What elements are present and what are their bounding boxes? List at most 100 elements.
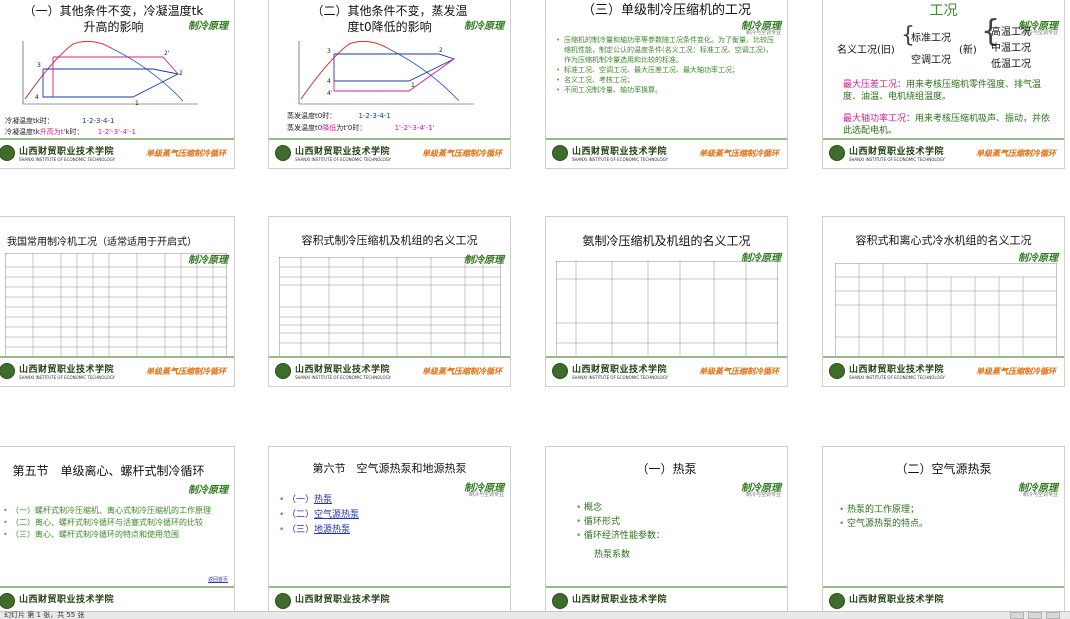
sorter-view-icon[interactable] (1028, 612, 1042, 619)
list-item[interactable]: （二）空气源热泵 (279, 508, 500, 523)
brand-logo: 制冷原理 (1018, 253, 1058, 264)
status-bar: 幻灯片 第 1 张，共 55 张 (0, 611, 1070, 619)
slide-thumbnail-6[interactable]: 容积式制冷压缩机及机组的名义工况 制冷原理 山西财贸职业技术学院 SHANXI … (268, 216, 511, 387)
slide-thumbnail-9[interactable]: 第五节 单级离心、螺杆式制冷循环 制冷原理 （一）螺杆式制冷压缩机、离心式制冷压… (0, 446, 235, 617)
caption-row-2: 冷凝温度tk升高为t'k时： 1-2'-3'-4'-1 (5, 128, 136, 136)
svg-text:2': 2' (164, 50, 170, 57)
bullet-list: （一）螺杆式制冷压缩机、离心式制冷压缩机的工作原理 （二）离心、螺杆式制冷循环与… (3, 505, 224, 541)
svg-text:4': 4' (327, 90, 333, 97)
caption-row-2: 蒸发温度t0降低为t'0时： 1'-2'-3-4'-1' (287, 124, 435, 132)
school-emblem-icon (829, 145, 845, 161)
slide-footer: 山西财贸职业技术学院 SHANXI INSTITUTE OF ECONOMIC … (546, 138, 787, 168)
svg-text:4: 4 (35, 94, 39, 101)
slide-title: 第六节 空气源热泵和地源热泵 (312, 462, 467, 475)
slide-thumbnail-4[interactable]: 工况 制冷原理 制冷与空调专业 名义工况(旧) { 标准工况 空调工况 (新) … (822, 0, 1065, 169)
ph-diagram: 3 4 4' 1 2 (298, 40, 474, 105)
school-emblem-icon (552, 145, 568, 161)
slide-footer: 山西财贸职业技术学院 SHANXI INSTITUTE OF ECONOMIC … (269, 356, 510, 386)
svg-text:3: 3 (37, 62, 41, 69)
list-item: 标准工况、空调工况、最大压差工况、最大轴功率工况； (556, 65, 777, 75)
slide-footer: 山西财贸职业技术学院 SHANXI INSTITUTE OF ECONOMIC … (823, 356, 1064, 386)
school-emblem-icon (829, 593, 845, 609)
caption-row-1: 冷凝温度tk时： 1-2-3-4-1 (5, 117, 115, 125)
list-item[interactable]: （一）热泵 (279, 493, 500, 508)
school-emblem-icon (275, 363, 291, 379)
conditions-table (279, 257, 501, 370)
normal-view-icon[interactable] (1010, 612, 1024, 619)
list-item: 压缩机的制冷量和轴功率等参数随工况条件变化。为了衡量、比较压缩机性能，制定公认的… (556, 35, 777, 65)
list-item: 热泵的工作原理； (839, 503, 1054, 517)
home-link[interactable]: 返回首页 (208, 576, 228, 583)
slide-thumbnail-11[interactable]: （一）热泵 制冷原理 制冷与空调专业 概念 循环形式 循环经济性能参数： 热泵系… (545, 446, 788, 617)
label-old: 名义工况(旧) (837, 45, 895, 56)
school-emblem-icon (275, 593, 291, 609)
svg-text:2: 2 (179, 70, 183, 77)
slide-footer: 山西财贸职业技术学院 SHANXI INSTITUTE OF ECONOMIC … (269, 138, 510, 168)
view-buttons (1010, 612, 1060, 619)
sub-item: 热泵系数 (594, 550, 631, 560)
slide-thumbnail-3[interactable]: （三）单级制冷压缩机的工况 制冷原理 制冷与空调专业 压缩机的制冷量和轴功率等参… (545, 0, 788, 169)
list-item: （一）螺杆式制冷压缩机、离心式制冷压缩机的工作原理 (3, 505, 224, 517)
brand-logo: 制冷原理 (188, 485, 228, 496)
svg-text:2: 2 (439, 47, 443, 54)
paragraph-max-power: 最大轴功率工况：用来考核压缩机吸声、振动，并依此选配电机。 (843, 114, 1051, 136)
cycle-changed: 1-2'-3'-4'-1 (97, 128, 136, 136)
svg-text:1: 1 (135, 100, 139, 107)
school-emblem-icon (552, 363, 568, 379)
conditions-table (556, 261, 778, 362)
slide-thumbnail-8[interactable]: 容积式和离心式冷水机组的名义工况 制冷原理 注：工况1的（1A）为水冷冷凝器中采… (822, 216, 1065, 387)
slide-thumbnail-10[interactable]: 第六节 空气源热泵和地源热泵 制冷原理 制冷与空调专业 （一）热泵 （二）空气源… (268, 446, 511, 617)
slide-thumbnail-2[interactable]: （二）其他条件不变，蒸发温度t0降低的影响 制冷原理 3 4 4' 1 2 蒸发… (268, 0, 511, 169)
slide-thumbnail-1[interactable]: （一）其他条件不变，冷凝温度tk升高的影响 制冷原理 3 4 1 2 2' 冷凝… (0, 0, 235, 169)
brand-logo: 制冷原理 (464, 21, 504, 32)
school-emblem-icon (0, 593, 15, 609)
svg-text:1: 1 (411, 82, 415, 89)
list-item: 概念 (576, 501, 777, 515)
slide-footer: 山西财贸职业技术学院 SHANXI INSTITUTE OF ECONOMIC … (546, 356, 787, 386)
bullet-list: 概念 循环形式 循环经济性能参数： (576, 501, 777, 543)
list-item: （二）离心、螺杆式制冷循环与活塞式制冷循环的比较 (3, 517, 224, 529)
slide-title: 我国常用制冷机工况（适常适用于开启式） (7, 237, 197, 248)
school-emblem-icon (0, 363, 15, 379)
conditions-table (835, 263, 1057, 358)
link-list: （一）热泵 （二）空气源热泵 （三）地源热泵 (279, 493, 500, 538)
school-emblem-icon (275, 145, 291, 161)
list-item: 循环形式 (576, 515, 777, 529)
slide-footer: 山西财贸职业技术学院 SHANXI INSTITUTE OF ECONOMIC … (823, 138, 1064, 168)
svg-text:4: 4 (327, 78, 331, 85)
slide-thumbnail-7[interactable]: 氨制冷压缩机及机组的名义工况 制冷原理 山西财贸职业技术学院 SHANXI IN… (545, 216, 788, 387)
conditions-table (5, 253, 227, 366)
paragraph-max-pressure: 最大压差工况：用来考核压缩机零件强度、排气温度、油温、电机绕组温度。 (843, 80, 1042, 102)
cycle-original: 1-2-3-4-1 (82, 117, 115, 125)
list-item: （三）离心、螺杆式制冷循环的特点和使用范围 (3, 529, 224, 541)
reading-view-icon[interactable] (1046, 612, 1060, 619)
ph-diagram: 3 4 1 2 2' (22, 40, 198, 107)
bullet-list: 压缩机的制冷量和轴功率等参数随工况条件变化。为了衡量、比较压缩机性能，制定公认的… (556, 35, 777, 95)
list-item[interactable]: （三）地源热泵 (279, 523, 500, 538)
slide-title: （二）空气源热泵 (895, 462, 992, 476)
slide-footer: 山西财贸职业技术学院 SHANXI INSTITUTE OF ECONOMIC … (0, 356, 234, 386)
slide-title: （一）热泵 (636, 462, 697, 476)
list-item: 不同工况制冷量、轴功率换算。 (556, 85, 777, 95)
svg-text:3: 3 (327, 48, 331, 55)
school-emblem-icon (829, 363, 845, 379)
cycle-original: 1-2-3-4-1 (358, 112, 391, 120)
slide-title: 第五节 单级离心、螺杆式制冷循环 (12, 464, 205, 478)
school-emblem-icon (0, 145, 15, 161)
slide-title: 容积式制冷压缩机及机组的名义工况 (301, 234, 478, 247)
slide-title: 容积式和离心式冷水机组的名义工况 (855, 234, 1032, 247)
slide-counter: 幻灯片 第 1 张，共 55 张 (4, 611, 85, 619)
bullet-list: 热泵的工作原理； 空气源热泵的特点。 (839, 503, 1054, 531)
school-emblem-icon (552, 593, 568, 609)
brand-logo: 制冷原理 (188, 21, 228, 32)
slide-sorter: （一）其他条件不变，冷凝温度tk升高的影响 制冷原理 3 4 1 2 2' 冷凝… (0, 0, 1070, 619)
slide-title: 氨制冷压缩机及机组的名义工况 (582, 234, 751, 248)
list-item: 空气源热泵的特点。 (839, 517, 1054, 531)
slide-thumbnail-12[interactable]: （二）空气源热泵 制冷原理 制冷与空调专业 热泵的工作原理； 空气源热泵的特点。… (822, 446, 1065, 617)
list-item: 循环经济性能参数： (576, 529, 777, 543)
cycle-changed: 1'-2'-3-4'-1' (394, 124, 435, 132)
list-item: 名义工况、考核工况； (556, 75, 777, 85)
caption-row-1: 蒸发温度t0时： 1-2-3-4-1 (287, 112, 391, 120)
slide-footer: 山西财贸职业技术学院 SHANXI INSTITUTE OF ECONOMIC … (0, 138, 234, 168)
slide-thumbnail-5[interactable]: 我国常用制冷机工况（适常适用于开启式） 制冷原理 注：括号内的温度数值适用于装有… (0, 216, 235, 387)
